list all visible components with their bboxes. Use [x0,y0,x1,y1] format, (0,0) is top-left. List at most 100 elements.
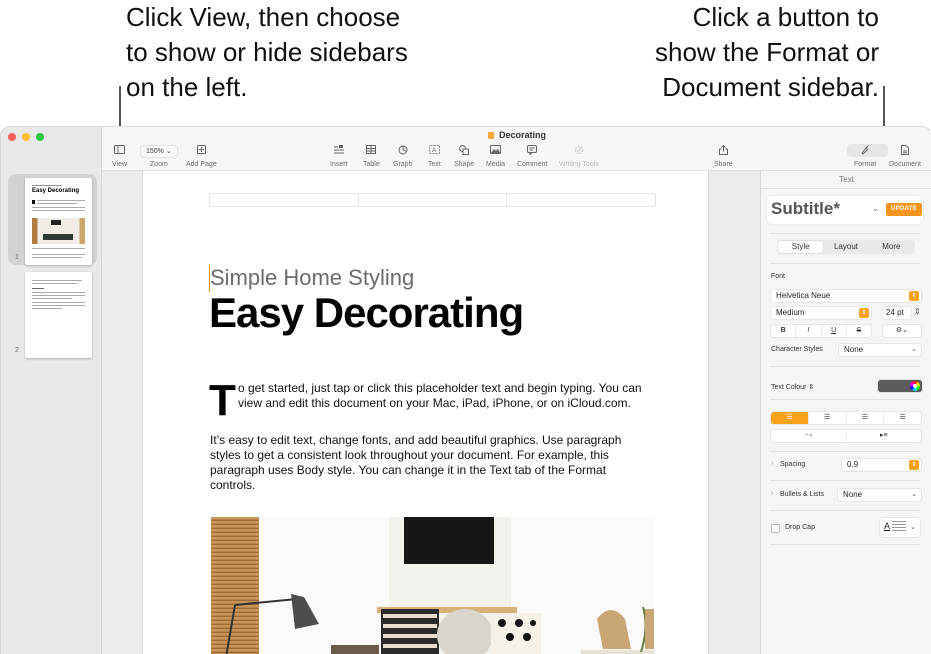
bullets-lists-value: None [843,490,863,499]
font-weight-select[interactable]: Medium ⇕ [771,307,871,319]
comment-icon [527,145,538,157]
document-title-text[interactable]: Easy Decorating [209,289,524,337]
decrease-indent-button[interactable]: ≡◂ [771,430,847,442]
document-icon [900,145,909,157]
body-paragraph-2[interactable]: It’s easy to edit text, change fonts, an… [210,433,650,493]
font-size-field[interactable]: 24 pt [883,307,911,319]
gear-icon: ⚙⌄ [895,327,909,334]
bold-button[interactable]: B [771,325,797,337]
tab-layout[interactable]: Layout [823,241,868,253]
zoom-dropdown[interactable]: 150% ⌄ [140,145,178,158]
text-label: Text [428,161,441,168]
format-label: Format [854,161,877,168]
view-button[interactable]: View [112,145,127,168]
page-thumbnails-sidebar: Easy Decorating 1 2 [1,127,102,654]
page-thumbnail-1[interactable]: Easy Decorating [25,178,92,265]
living-room-photo[interactable] [211,517,654,654]
chevron-down-icon[interactable]: ⌄ [872,204,879,213]
divider [770,233,920,234]
comment-label: Comment [517,161,548,168]
text-button[interactable]: A Text [428,145,441,168]
document-canvas[interactable]: Simple Home Styling Easy Decorating T o … [102,171,760,654]
callout-format-document: Click a button to show the Format or Doc… [589,0,879,105]
format-button[interactable]: Format [854,145,876,168]
callout-line: to show or hide sidebars [126,37,408,67]
tab-more[interactable]: More [869,241,914,253]
spacing-value: 0.9 [847,460,859,469]
colour-wheel-icon[interactable] [910,381,920,391]
shape-button[interactable]: Shape [454,145,474,168]
divider [770,451,920,452]
drop-cap-letter[interactable]: T [209,379,236,423]
format-sidebar: Text Subtitle* ⌄ UPDATE Style Layout Mor… [760,171,931,654]
advanced-options-button[interactable]: ⚙⌄ [883,325,921,337]
update-style-button[interactable]: UPDATE [886,203,922,216]
drop-cap-label: Drop Cap [785,524,815,531]
drop-cap-checkbox[interactable] [771,524,780,533]
comment-button[interactable]: Comment [517,145,547,168]
font-size-stepper[interactable]: ⇕ [914,307,921,316]
lines-icon [892,521,906,533]
minimize-button[interactable] [22,133,30,141]
text-style-buttons: B I U S [771,325,871,337]
align-center-button[interactable]: ☰ [809,412,847,424]
document-page[interactable]: Simple Home Styling Easy Decorating T o … [142,171,709,654]
chevron-down-icon: ⌄ [911,346,917,353]
pages-window: Easy Decorating 1 2 Decorating View 150%… [0,126,931,654]
paragraph-style-selector[interactable]: Subtitle* ⌄ UPDATE [767,196,923,224]
strikethrough-button[interactable]: S [847,325,871,337]
divider [770,366,920,367]
document-label: Document [889,161,921,168]
zoom-label: Zoom [149,161,168,168]
drop-cap-style-select[interactable]: A ⌄ [880,518,920,537]
page-thumbnail-2[interactable] [25,272,92,358]
body-paragraph-1[interactable]: o get started, just tap or click this pl… [238,381,658,411]
table-label: Table [363,161,380,168]
document-title: Decorating [488,130,546,140]
document-subtitle[interactable]: Simple Home Styling [210,265,414,291]
chevron-right-icon[interactable]: › [771,460,773,467]
page-header[interactable] [209,193,656,207]
up-down-chevron-icon: ⇕ [859,308,869,318]
graph-button[interactable]: Graph [393,145,412,168]
paragraph-style-name: Subtitle* [771,199,840,218]
shape-icon [459,145,470,157]
share-label: Share [714,161,733,168]
font-family-select[interactable]: Helvetica Neue ⇕ [771,290,921,302]
character-styles-select[interactable]: None ⌄ [839,344,921,356]
zoom-value: 150% [146,148,164,155]
view-label: View [112,161,128,168]
share-button[interactable]: Share [714,144,733,168]
text-colour-label[interactable]: Text Colour ⇕ [771,383,814,391]
spacing-select[interactable]: 0.9 ⇕ [842,459,921,471]
svg-text:A: A [432,148,436,154]
spacing-label[interactable]: Spacing [780,461,805,468]
close-button[interactable] [8,133,16,141]
page-number: 1 [15,254,19,261]
align-left-button[interactable]: ☰ [771,412,809,424]
align-right-button[interactable]: ☰ [847,412,885,424]
text-colour-well[interactable] [878,380,922,392]
media-button[interactable]: Media [486,145,505,168]
callout-line: on the left. [126,72,248,102]
table-button[interactable]: Table [363,145,380,168]
underline-button[interactable]: U [822,325,847,337]
chevron-right-icon[interactable]: › [771,490,773,497]
plus-square-icon [196,145,206,157]
zoom-control[interactable]: 150% ⌄ Zoom [140,145,178,168]
zoom-button[interactable] [36,133,44,141]
align-justify-button[interactable]: ☰ [884,412,921,424]
bullets-lists-select[interactable]: None ⌄ [838,489,921,501]
document-button[interactable]: Document [889,145,921,168]
bullets-lists-label[interactable]: Bullets & Lists [780,491,824,498]
italic-button[interactable]: I [796,325,822,337]
sidebar-tab-text[interactable]: Text [761,171,931,189]
drop-cap-style-icon: A [884,521,891,531]
shape-label: Shape [454,161,475,168]
insert-icon [333,145,344,157]
add-page-button[interactable]: Add Page [186,145,217,168]
insert-button[interactable]: Insert [330,145,348,168]
increase-indent-button[interactable]: ▸≡ [847,430,922,442]
tab-style[interactable]: Style [778,241,824,253]
writing-tools-button[interactable]: Writing Tools [559,145,599,168]
